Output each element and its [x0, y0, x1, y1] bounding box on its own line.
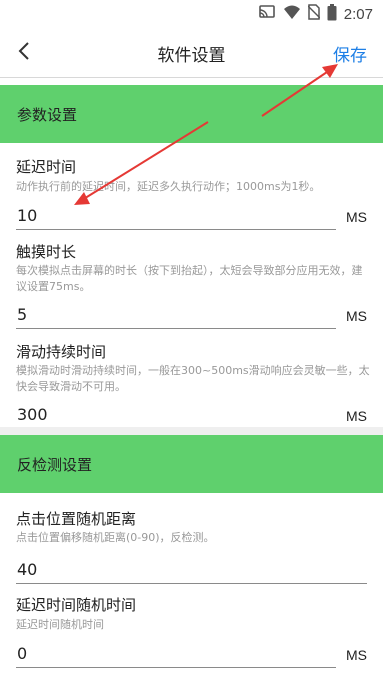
status-icons: 2:07 — [258, 3, 373, 25]
group-header-parameters: 参数设置 — [0, 85, 383, 143]
battery-icon — [327, 3, 337, 25]
group-header-anti-detection: 反检测设置 — [0, 435, 383, 493]
page-title: 软件设置 — [157, 46, 226, 66]
setting-swipe-duration: 滑动持续时间 模拟滑动时滑动持续时间，一般在300~500ms滑动响应会灵敏一些… — [0, 341, 383, 431]
setting-description: 每次模拟点击屏幕的时长（按下到抬起），太短会导致部分应用无效，建议设置75ms。 — [16, 264, 363, 293]
setting-touch-duration: 触摸时长 每次模拟点击屏幕的时长（按下到抬起），太短会导致部分应用无效，建议设置… — [0, 241, 383, 341]
setting-label: 触摸时长 — [16, 243, 77, 261]
unit-label: MS — [346, 647, 367, 663]
setting-description: 点击位置偏移随机距离(0-90)，反检测。 — [16, 531, 215, 544]
no-sim-icon — [307, 4, 321, 24]
unit-label: MS — [346, 209, 367, 225]
delay-random-time-input[interactable] — [16, 640, 336, 668]
setting-label: 延迟时间随机时间 — [16, 596, 137, 614]
setting-label: 点击位置随机距离 — [16, 510, 137, 528]
setting-click-random-distance: 点击位置随机距离 点击位置偏移随机距离(0-90)，反检测。 — [0, 493, 383, 588]
setting-label: 延迟时间 — [16, 158, 77, 176]
unit-label: MS — [346, 408, 367, 424]
swipe-duration-input[interactable] — [16, 401, 336, 429]
group-title: 反检测设置 — [17, 456, 93, 474]
setting-delay-time: 延迟时间 动作执行前的延迟时间，延迟多久执行动作；1000ms为1秒。 MS — [0, 143, 383, 241]
touch-duration-input[interactable] — [16, 301, 336, 329]
setting-description: 动作执行前的延迟时间，延迟多久执行动作；1000ms为1秒。 — [16, 180, 321, 193]
group-title: 参数设置 — [17, 106, 78, 124]
setting-delay-random-time: 延迟时间随机时间 延迟时间随机时间 MS — [0, 588, 383, 680]
setting-description: 模拟滑动时滑动持续时间，一般在300~500ms滑动响应会灵敏一些，太快会导致滑… — [16, 364, 370, 393]
click-random-distance-input[interactable] — [16, 556, 367, 584]
setting-label: 滑动持续时间 — [16, 343, 107, 361]
unit-label: MS — [346, 308, 367, 324]
wifi-icon — [283, 4, 301, 24]
save-button[interactable]: 保存 — [333, 41, 367, 66]
delay-time-input[interactable] — [16, 202, 336, 230]
app-bar: 软件设置 保存 — [0, 28, 383, 78]
cast-icon — [258, 4, 276, 24]
settings-list[interactable]: 参数设置 延迟时间 动作执行前的延迟时间，延迟多久执行动作；1000ms为1秒。… — [0, 79, 383, 680]
status-bar: 2:07 — [0, 0, 383, 28]
setting-description: 延迟时间随机时间 — [16, 618, 104, 631]
status-time: 2:07 — [343, 5, 373, 23]
group-divider — [0, 427, 383, 435]
